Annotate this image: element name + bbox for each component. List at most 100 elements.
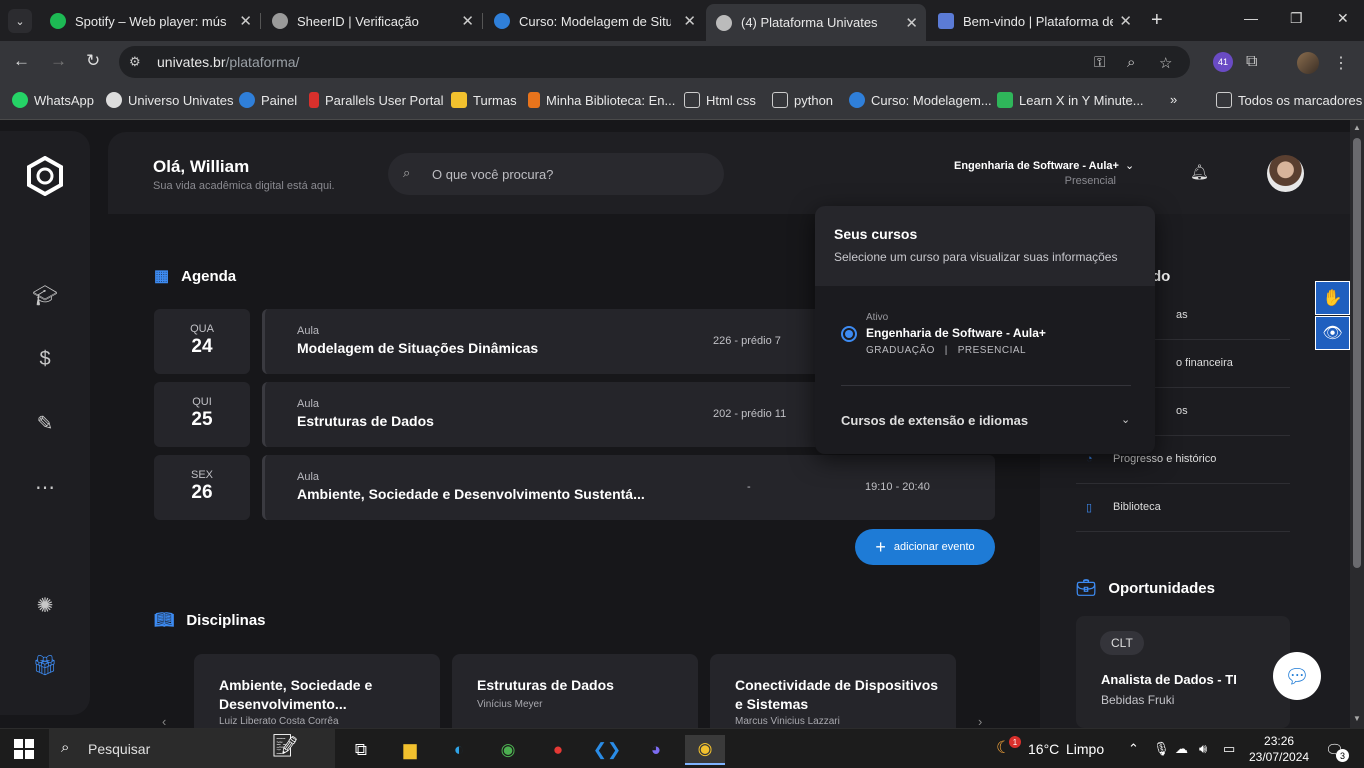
bug-icon[interactable]: ✺ <box>31 591 59 619</box>
opportunity-card[interactable]: CLT Analista de Dados - TI Bebidas Fruki <box>1076 616 1290 728</box>
back-icon[interactable]: ← <box>13 51 30 71</box>
tray-chevron-icon[interactable]: ⌃ <box>1128 741 1139 757</box>
search-icon: ⌕ <box>403 165 411 180</box>
add-event-button[interactable]: + adicionar evento <box>855 529 995 565</box>
tab-search-button[interactable]: ⌄ <box>8 9 32 33</box>
discipline-card[interactable]: Conectividade de Dispositivos e Sistemas… <box>710 654 956 728</box>
oportunidades-heading: 💼︎ Oportunidades <box>1076 579 1215 598</box>
platform-icon <box>938 13 954 29</box>
taskbar-search[interactable]: ⌕ Pesquisar 📝︎ <box>49 729 335 768</box>
user-avatar[interactable] <box>1267 155 1304 192</box>
weather-text[interactable]: Limpo <box>1066 741 1104 757</box>
close-tab-icon[interactable]: ✕ <box>239 12 252 30</box>
chevron-down-icon[interactable]: ⌄ <box>1121 413 1130 426</box>
zoom-icon[interactable]: ⌕ <box>1127 54 1135 71</box>
reload-icon[interactable]: ↻ <box>86 51 100 71</box>
bell-icon[interactable]: 🔔︎ <box>1190 163 1209 181</box>
tab-curso-modelagem[interactable]: Curso: Modelagem de Situaç ✕ <box>484 6 704 36</box>
chat-icon[interactable]: 💬︎ <box>1273 652 1321 700</box>
library-icon <box>528 92 540 108</box>
extensions-icon[interactable]: ⧉ <box>1246 53 1257 71</box>
dollar-icon[interactable]: $ <box>31 345 59 373</box>
search-input[interactable] <box>432 153 712 195</box>
new-tab-button[interactable]: + <box>1151 9 1163 32</box>
bookmark-whatsapp[interactable]: WhatsApp <box>12 92 94 108</box>
forward-icon[interactable]: → <box>50 51 67 71</box>
gift-icon[interactable]: 🎁︎ <box>31 651 59 679</box>
chrome-icon[interactable]: ◉ <box>488 735 528 765</box>
tab-sheerid[interactable]: SheerID | Verificação ✕ <box>262 6 482 36</box>
close-window-icon[interactable]: ✕ <box>1337 10 1349 27</box>
bookmark-learn-x[interactable]: Learn X in Y Minute... <box>997 92 1144 108</box>
url-bar[interactable]: ⚙ univates.br/plataforma/ ⚿ ⌕ ☆ <box>119 46 1190 78</box>
quick-link-biblioteca[interactable]: ▯ Biblioteca <box>1076 484 1290 532</box>
task-view-icon[interactable]: ⧉ <box>341 735 381 765</box>
menu-kebab-icon[interactable]: ⋮ <box>1333 53 1349 73</box>
discipline-card[interactable]: Estruturas de Dados Vinícius Meyer <box>452 654 698 728</box>
profile-avatar[interactable] <box>1297 52 1319 74</box>
more-options-icon[interactable]: ⋯ <box>31 473 59 501</box>
all-bookmarks[interactable]: Todos os marcadores <box>1216 92 1362 108</box>
greeting: Olá, William <box>153 157 250 176</box>
agenda-event[interactable]: Aula Ambiente, Sociedade e Desenvolvimen… <box>262 455 995 520</box>
close-tab-icon[interactable]: ✕ <box>1119 12 1132 30</box>
microphone-icon[interactable]: 🎙︎ <box>1153 741 1170 757</box>
onedrive-icon[interactable]: ☁ <box>1175 741 1188 757</box>
password-key-icon[interactable]: ⚿ <box>1094 54 1105 71</box>
classroom-icon <box>451 92 467 108</box>
discipline-card[interactable]: Ambiente, Sociedade e Desenvolvimento...… <box>194 654 440 728</box>
close-tab-icon[interactable]: ✕ <box>461 12 474 30</box>
eye-accessibility-icon[interactable]: 👁︎ <box>1315 316 1350 350</box>
job-type-badge: CLT <box>1100 631 1144 655</box>
handshake-icon[interactable]: ✎ <box>31 409 59 437</box>
close-tab-icon[interactable]: ✕ <box>683 12 696 30</box>
volume-icon[interactable]: 🔊︎ <box>1199 741 1207 757</box>
clock[interactable]: 23:26 23/07/2024 <box>1249 733 1309 765</box>
carousel-next-icon[interactable]: › <box>978 714 982 728</box>
bookmark-turmas[interactable]: Turmas <box>451 92 517 108</box>
restore-icon[interactable]: ❐ <box>1290 10 1303 27</box>
course-option-name[interactable]: Engenharia de Software - Aula+ <box>866 326 1046 340</box>
discord-icon[interactable]: ◕ <box>636 735 676 765</box>
tab-bem-vindo[interactable]: Bem-vindo | Plataforma de C ✕ <box>928 6 1140 36</box>
tab-spotify[interactable]: Spotify – Web player: música ✕ <box>40 6 260 36</box>
univates-logo[interactable] <box>24 155 66 197</box>
carousel-prev-icon[interactable]: ‹ <box>162 714 166 728</box>
vscode-icon[interactable]: ❮❯ <box>587 735 627 765</box>
edge-icon[interactable]: ◐ <box>439 735 479 765</box>
network-icon[interactable]: ▭ <box>1223 741 1235 757</box>
search-highlight-icon: 📝︎ <box>271 733 299 758</box>
weather-temp[interactable]: 16°C <box>1028 741 1059 757</box>
bookmarks-overflow-icon[interactable]: » <box>1170 92 1177 107</box>
course-selector[interactable]: Engenharia de Software - Aula+ ⌄ <box>954 159 1134 172</box>
bookmark-html-css[interactable]: Html css <box>684 92 756 108</box>
extension-courses-toggle[interactable]: Cursos de extensão e idiomas <box>841 413 1028 428</box>
site-info-icon[interactable]: ⚙ <box>129 54 141 70</box>
scroll-up-icon[interactable]: ▲ <box>1353 123 1361 132</box>
disciplinas-heading: 📖︎ Disciplinas <box>154 611 266 630</box>
bookmark-parallels[interactable]: Parallels User Portal <box>309 92 444 108</box>
minimize-icon[interactable]: — <box>1244 10 1258 26</box>
windows-start-icon[interactable] <box>14 739 34 759</box>
page-scrollbar[interactable]: ▲ ▼ <box>1350 120 1364 728</box>
course-radio-selected[interactable] <box>841 326 857 342</box>
graduation-cap-icon[interactable]: 🎓︎ <box>31 281 59 309</box>
tab-plataforma-univates[interactable]: (4) Plataforma Univates ✕ <box>706 4 926 41</box>
bookmark-python[interactable]: python <box>772 92 833 108</box>
sign-language-icon[interactable]: ✋ <box>1315 281 1350 315</box>
bookmark-star-icon[interactable]: ☆ <box>1159 54 1172 72</box>
extension-badge[interactable]: 41 <box>1213 52 1233 72</box>
search-box[interactable]: ⌕ <box>388 153 724 195</box>
course-status: Ativo <box>866 312 889 323</box>
chrome-active-icon[interactable]: ◉ <box>685 735 725 765</box>
bookmark-minha-biblioteca[interactable]: Minha Biblioteca: En... <box>528 92 675 108</box>
bookmark-universo-univates[interactable]: Universo Univates <box>106 92 234 108</box>
event-date: QUA 24 <box>154 309 250 374</box>
close-tab-icon[interactable]: ✕ <box>905 14 918 32</box>
bookmark-painel[interactable]: Painel <box>239 92 297 108</box>
recorder-icon[interactable]: ● <box>538 735 578 765</box>
scrollbar-thumb[interactable] <box>1353 138 1361 568</box>
scroll-down-icon[interactable]: ▼ <box>1353 714 1361 723</box>
bookmark-curso-modelagem[interactable]: Curso: Modelagem... <box>849 92 992 108</box>
file-explorer-icon[interactable]: ▆ <box>390 735 430 765</box>
